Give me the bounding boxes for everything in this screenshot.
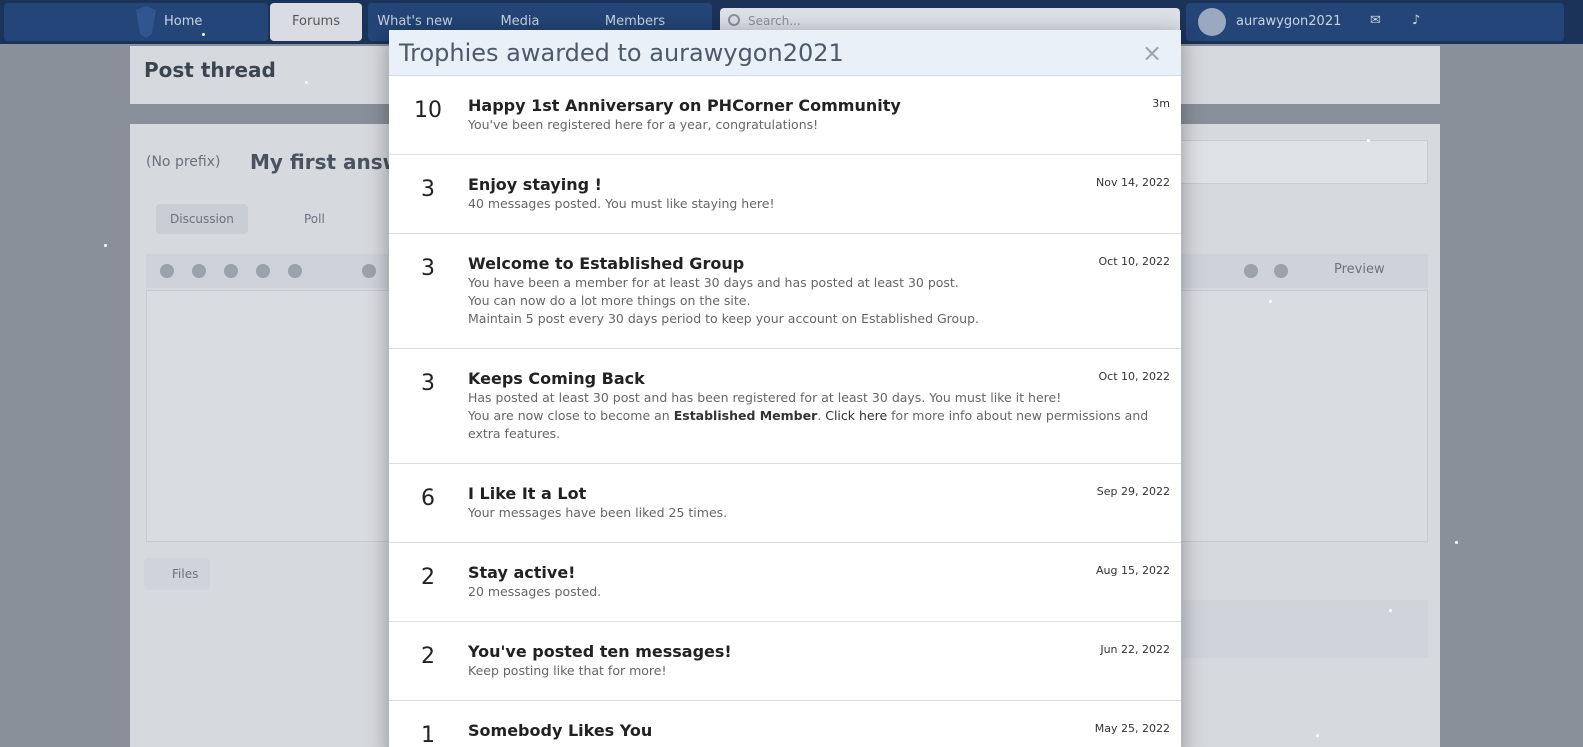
trophy-date: Oct 10, 2022 bbox=[1098, 255, 1171, 268]
trophy-item: 10 Happy 1st Anniversary on PHCorner Com… bbox=[389, 76, 1181, 155]
tab-discussion[interactable]: Discussion bbox=[156, 204, 248, 234]
trophy-title: Enjoy staying ! bbox=[468, 175, 602, 194]
trophy-date: Nov 14, 2022 bbox=[1096, 176, 1170, 189]
established-member-text: Established Member bbox=[673, 408, 818, 423]
trophy-title: Somebody Likes You bbox=[468, 721, 653, 740]
inbox-icon[interactable]: ✉ bbox=[1370, 14, 1384, 28]
trophy-title: Welcome to Established Group bbox=[468, 254, 745, 273]
trophy-item: 6 I Like It a Lot Your messages have bee… bbox=[389, 464, 1181, 543]
trophy-item: 3 Enjoy staying ! 40 messages posted. Yo… bbox=[389, 155, 1181, 234]
trophy-points: 2 bbox=[421, 644, 435, 669]
snow-dot bbox=[305, 81, 308, 84]
preview-button[interactable]: Preview bbox=[1334, 262, 1385, 277]
media-icon[interactable] bbox=[1274, 264, 1288, 278]
trophy-points: 3 bbox=[421, 256, 435, 281]
trophy-date: Sep 29, 2022 bbox=[1096, 485, 1170, 498]
trophy-points: 1 bbox=[421, 723, 435, 747]
trophy-item: 1 Somebody Likes You May 25, 2022 bbox=[389, 701, 1181, 747]
click-here-link[interactable]: Click here bbox=[825, 408, 887, 423]
trophy-title: I Like It a Lot bbox=[468, 484, 587, 503]
trophy-date: Jun 22, 2022 bbox=[1100, 643, 1170, 656]
format-icon[interactable] bbox=[160, 264, 174, 278]
trophy-date: Oct 10, 2022 bbox=[1098, 370, 1171, 383]
color-icon[interactable] bbox=[362, 264, 376, 278]
trophy-item: 2 You've posted ten messages! Keep posti… bbox=[389, 622, 1181, 701]
trophy-item: 2 Stay active! 20 messages posted. Aug 1… bbox=[389, 543, 1181, 622]
modal-header: Trophies awarded to aurawygon2021 × bbox=[389, 30, 1181, 76]
trophy-description: You've been registered here for a year, … bbox=[468, 117, 819, 132]
trophy-description: 20 messages posted. bbox=[468, 584, 602, 599]
nav-forums[interactable]: Forums bbox=[270, 3, 362, 41]
trophy-list: 10 Happy 1st Anniversary on PHCorner Com… bbox=[389, 76, 1181, 747]
trophy-item: 3 Keeps Coming Back Has posted at least … bbox=[389, 349, 1181, 464]
form-option-row bbox=[1182, 600, 1428, 630]
trophy-date: Aug 15, 2022 bbox=[1096, 564, 1170, 577]
trophy-title: Happy 1st Anniversary on PHCorner Commun… bbox=[468, 96, 901, 115]
trophy-title: You've posted ten messages! bbox=[468, 642, 732, 661]
trophy-description: Your messages have been liked 25 times. bbox=[468, 505, 728, 520]
image-icon[interactable] bbox=[1244, 264, 1258, 278]
trophy-text: You are now close to become an bbox=[468, 408, 674, 423]
snow-dot bbox=[1316, 734, 1319, 737]
avatar[interactable] bbox=[1198, 8, 1226, 36]
tab-poll[interactable]: Poll bbox=[290, 204, 339, 234]
snow-dot bbox=[202, 33, 205, 36]
trophy-description: 40 messages posted. You must like stayin… bbox=[468, 196, 775, 211]
trophy-description: Has posted at least 30 post and has been… bbox=[468, 390, 1062, 405]
trophy-points: 3 bbox=[421, 371, 435, 396]
trophy-title: Keeps Coming Back bbox=[468, 369, 645, 388]
bold-icon[interactable] bbox=[192, 264, 206, 278]
snow-dot bbox=[1455, 541, 1458, 544]
trophy-title: Stay active! bbox=[468, 563, 576, 582]
underline-icon[interactable] bbox=[256, 264, 270, 278]
snow-dot bbox=[104, 244, 107, 247]
trophy-points: 2 bbox=[421, 565, 435, 590]
trophy-description: You are now close to become an Establish… bbox=[468, 407, 1169, 443]
strike-icon[interactable] bbox=[288, 264, 302, 278]
trophy-points: 3 bbox=[421, 177, 435, 202]
trophy-points: 10 bbox=[414, 98, 442, 123]
thread-prefix-select[interactable]: (No prefix) bbox=[146, 154, 220, 170]
trophies-modal: Trophies awarded to aurawygon2021 × 10 H… bbox=[389, 30, 1181, 747]
search-icon bbox=[728, 14, 740, 26]
snow-dot bbox=[1389, 609, 1392, 612]
attach-files-button[interactable]: Files bbox=[144, 558, 210, 590]
form-option-row bbox=[1182, 628, 1428, 658]
site-logo-icon bbox=[136, 6, 156, 38]
trophy-description: You have been a member for at least 30 d… bbox=[468, 275, 959, 290]
snow-dot bbox=[1367, 139, 1370, 142]
snow-dot bbox=[1269, 300, 1272, 303]
modal-title: Trophies awarded to aurawygon2021 bbox=[399, 39, 844, 67]
page-title: Post thread bbox=[144, 58, 276, 82]
search-placeholder: Search... bbox=[748, 14, 801, 28]
close-icon[interactable]: × bbox=[1137, 38, 1167, 68]
trophy-description: You can now do a lot more things on the … bbox=[468, 293, 751, 308]
trophy-date: 3m bbox=[1152, 97, 1170, 110]
trophy-item: 3 Welcome to Established Group You have … bbox=[389, 234, 1181, 349]
trophy-description: Keep posting like that for more! bbox=[468, 663, 667, 678]
trophy-description: Maintain 5 post every 30 days period to … bbox=[468, 311, 980, 326]
bell-icon[interactable]: ♪ bbox=[1412, 14, 1426, 28]
italic-icon[interactable] bbox=[224, 264, 238, 278]
trophy-date: May 25, 2022 bbox=[1094, 722, 1170, 735]
user-menu[interactable]: aurawygon2021 ✉ ♪ bbox=[1186, 3, 1564, 41]
trophy-points: 6 bbox=[421, 486, 435, 511]
nav-username[interactable]: aurawygon2021 bbox=[1236, 3, 1341, 41]
thread-title-field-right bbox=[1180, 140, 1428, 184]
